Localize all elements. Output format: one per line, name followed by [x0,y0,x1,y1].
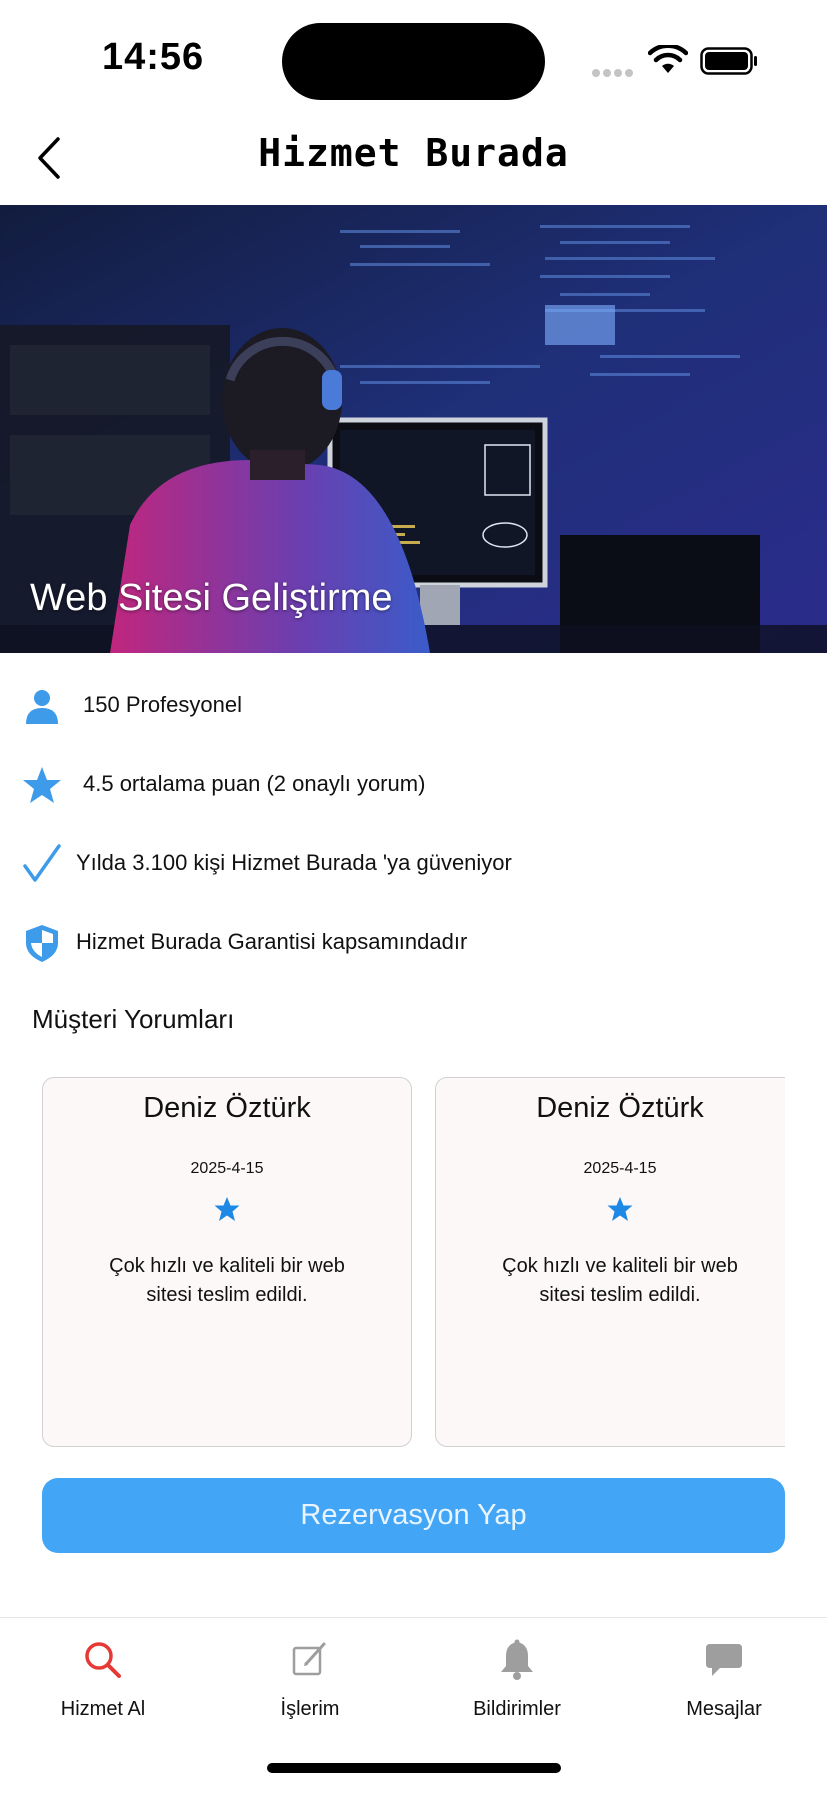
search-icon [85,1642,121,1678]
reviewer-name: Deniz Öztürk [536,1092,704,1124]
review-card[interactable]: Deniz Öztürk 2025-4-15 Çok hızlı ve kali… [435,1077,785,1447]
checkmark-icon [23,844,61,882]
info-row-trust: Yılda 3.100 kişi Hizmet Burada 'ya güven… [0,838,827,888]
reservation-button[interactable]: Rezervasyon Yap [42,1478,785,1553]
service-title: Web Sitesi Geliştirme [30,577,393,619]
info-row-professionals: 150 Profesyonel [0,680,827,730]
bell-icon [501,1639,533,1680]
home-indicator [267,1763,561,1773]
cellular-signal-icon [592,64,636,77]
tab-hizmet-al[interactable]: Hizmet Al [0,1618,206,1728]
review-date: 2025-4-15 [583,1160,657,1177]
tab-mesajlar[interactable]: Mesajlar [621,1618,827,1728]
hero-banner: Web Sitesi Geliştirme [0,205,827,653]
info-text: Hizmet Burada Garantisi kapsamındadır [76,929,468,954]
tab-bildirimler[interactable]: Bildirimler [414,1618,620,1728]
review-card[interactable]: Deniz Öztürk 2025-4-15 Çok hızlı ve kali… [42,1077,412,1447]
info-row-rating: 4.5 ortalama puan (2 onaylı yorum) [0,759,827,809]
info-text: 4.5 ortalama puan (2 onaylı yorum) [83,771,426,796]
edit-icon [292,1642,326,1676]
tab-islerim[interactable]: İşlerim [207,1618,413,1728]
reviews-section-title: Müşteri Yorumları [32,1004,235,1034]
info-text: 150 Profesyonel [83,692,242,717]
star-icon [23,767,61,803]
wifi-icon [648,45,688,73]
tab-label: Mesajlar [686,1698,762,1720]
info-row-guarantee: Hizmet Burada Garantisi kapsamındadır [0,917,827,967]
person-icon [26,690,58,724]
chat-bubble-icon [706,1644,742,1676]
review-date: 2025-4-15 [190,1160,264,1177]
nav-header: Hizmet Burada [0,115,827,205]
dynamic-island [282,23,545,100]
status-time: 14:56 [102,36,205,78]
shield-icon [26,925,58,962]
review-text: Çok hızlı ve kaliteli bir web sitesi tes… [502,1255,738,1306]
tab-label: Hizmet Al [60,1698,146,1720]
info-text: Yılda 3.100 kişi Hizmet Burada 'ya güven… [76,850,512,875]
star-icon [607,1197,633,1221]
page-title: Hizmet Burada [258,131,569,175]
status-bar: 14:56 [0,0,827,115]
reviewer-name: Deniz Öztürk [143,1092,311,1124]
tab-label: Bildirimler [473,1698,561,1720]
review-carousel[interactable]: Deniz Öztürk 2025-4-15 Çok hızlı ve kali… [42,1077,785,1449]
tab-label: İşlerim [280,1698,340,1720]
review-text: Çok hızlı ve kaliteli bir web sitesi tes… [109,1255,345,1306]
star-icon [214,1197,240,1221]
battery-icon [700,47,757,75]
